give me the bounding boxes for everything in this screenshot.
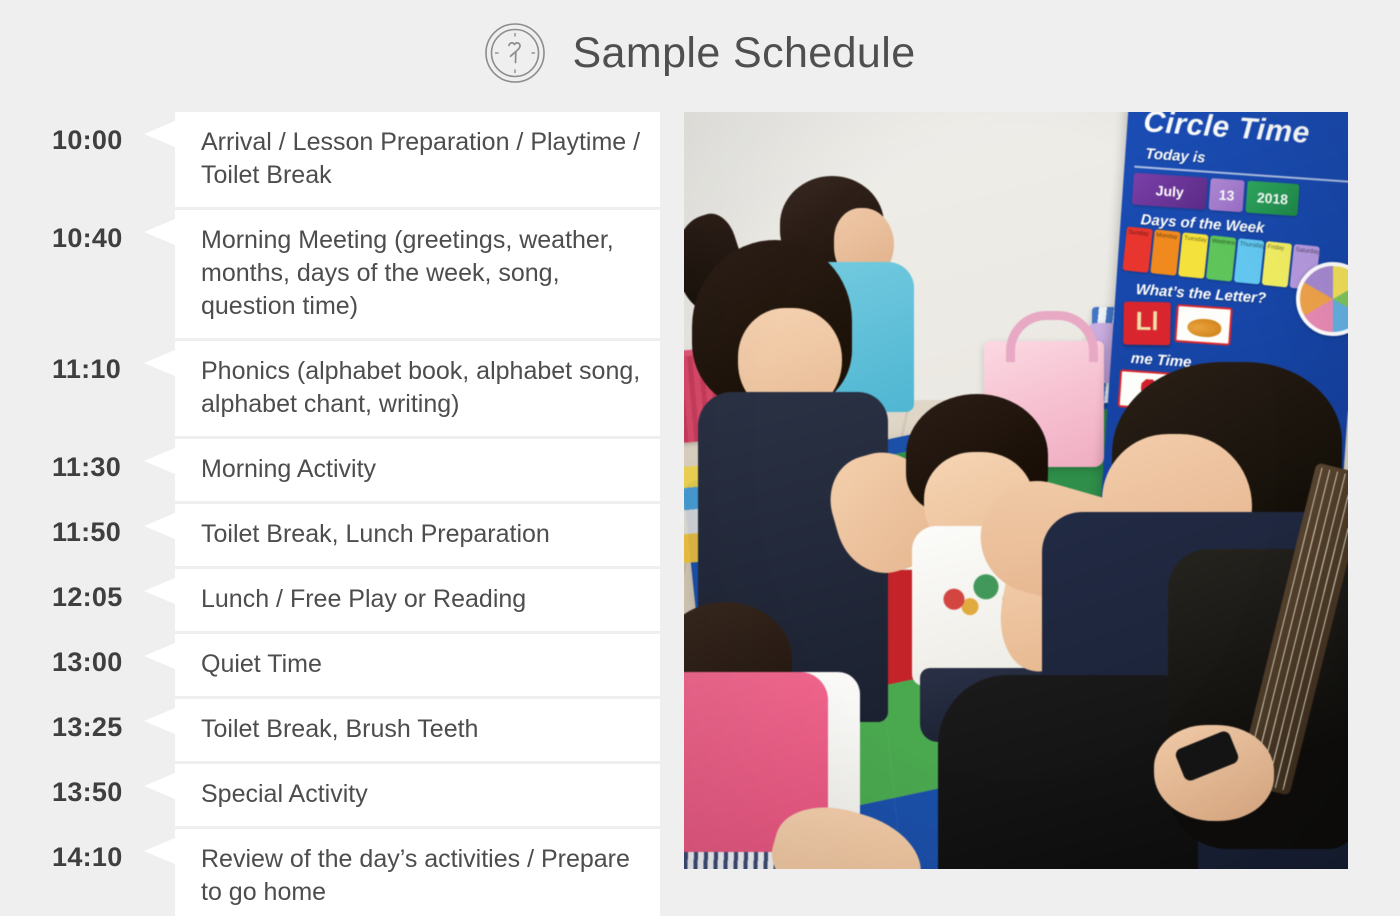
date-year-card: 2018 [1245, 180, 1300, 217]
letter-card-ll: Ll [1123, 301, 1171, 346]
row-activity: Morning Meeting (greetings, weather, mon… [201, 226, 614, 320]
schedule-row: 11:10 Phonics (alphabet book, alphabet s… [46, 341, 660, 436]
weekday-card: Friday [1261, 241, 1293, 288]
row-activity: Review of the day’s activities / Prepare… [201, 845, 630, 906]
schedule-row: 11:50 Toilet Break, Lunch Preparation [46, 504, 660, 566]
row-body: Toilet Break, Brush Teeth [144, 699, 660, 761]
schedule-row: 10:40 Morning Meeting (greetings, weathe… [46, 210, 660, 338]
row-activity: Toilet Break, Brush Teeth [201, 715, 479, 743]
weekday-card: Sunday [1122, 226, 1153, 273]
schedule-row: 10:00 Arrival / Lesson Preparation / Pla… [46, 112, 660, 207]
row-activity: Morning Activity [201, 455, 377, 483]
schedule-row: 11:30 Morning Activity [46, 439, 660, 501]
row-body: Toilet Break, Lunch Preparation [144, 504, 660, 566]
row-body: Arrival / Lesson Preparation / Playtime … [144, 112, 660, 207]
clock-icon [485, 23, 546, 83]
lion-picture-card [1174, 303, 1233, 346]
row-body: Morning Meeting (greetings, weather, mon… [144, 210, 660, 338]
weekday-card: Wednesday [1205, 235, 1237, 282]
schedule-list: 10:00 Arrival / Lesson Preparation / Pla… [46, 112, 660, 916]
row-body: Review of the day’s activities / Prepare… [144, 829, 660, 916]
row-activity: Phonics (alphabet book, alphabet song, a… [201, 357, 641, 418]
row-body: Morning Activity [144, 439, 660, 501]
photo-column: F L [660, 112, 1352, 869]
schedule-row: 13:25 Toilet Break, Brush Teeth [46, 699, 660, 761]
schedule-row: 13:50 Special Activity [46, 764, 660, 826]
page-header: Sample Schedule [0, 0, 1400, 112]
page-title: Sample Schedule [572, 28, 916, 77]
date-month-card: July [1131, 172, 1208, 210]
schedule-row: 14:10 Review of the day’s activities / P… [46, 829, 660, 916]
row-activity: Arrival / Lesson Preparation / Playtime … [201, 128, 641, 189]
row-activity: Toilet Break, Lunch Preparation [201, 520, 550, 548]
row-body: Phonics (alphabet book, alphabet song, a… [144, 341, 660, 436]
classroom-photo: F L [684, 112, 1348, 869]
schedule-row: 13:00 Quiet Time [46, 634, 660, 696]
row-body: Special Activity [144, 764, 660, 826]
date-day-card: 13 [1208, 178, 1245, 213]
schedule-row: 12:05 Lunch / Free Play or Reading [46, 569, 660, 631]
row-activity: Lunch / Free Play or Reading [201, 585, 527, 613]
row-body: Lunch / Free Play or Reading [144, 569, 660, 631]
row-activity: Quiet Time [201, 650, 322, 678]
main-content: 10:00 Arrival / Lesson Preparation / Pla… [0, 112, 1400, 916]
weekday-card: Tuesday [1178, 232, 1209, 279]
weekday-card: Thursday [1233, 238, 1265, 285]
weekday-card: Monday [1150, 229, 1181, 276]
row-activity: Special Activity [201, 780, 368, 808]
row-body: Quiet Time [144, 634, 660, 696]
